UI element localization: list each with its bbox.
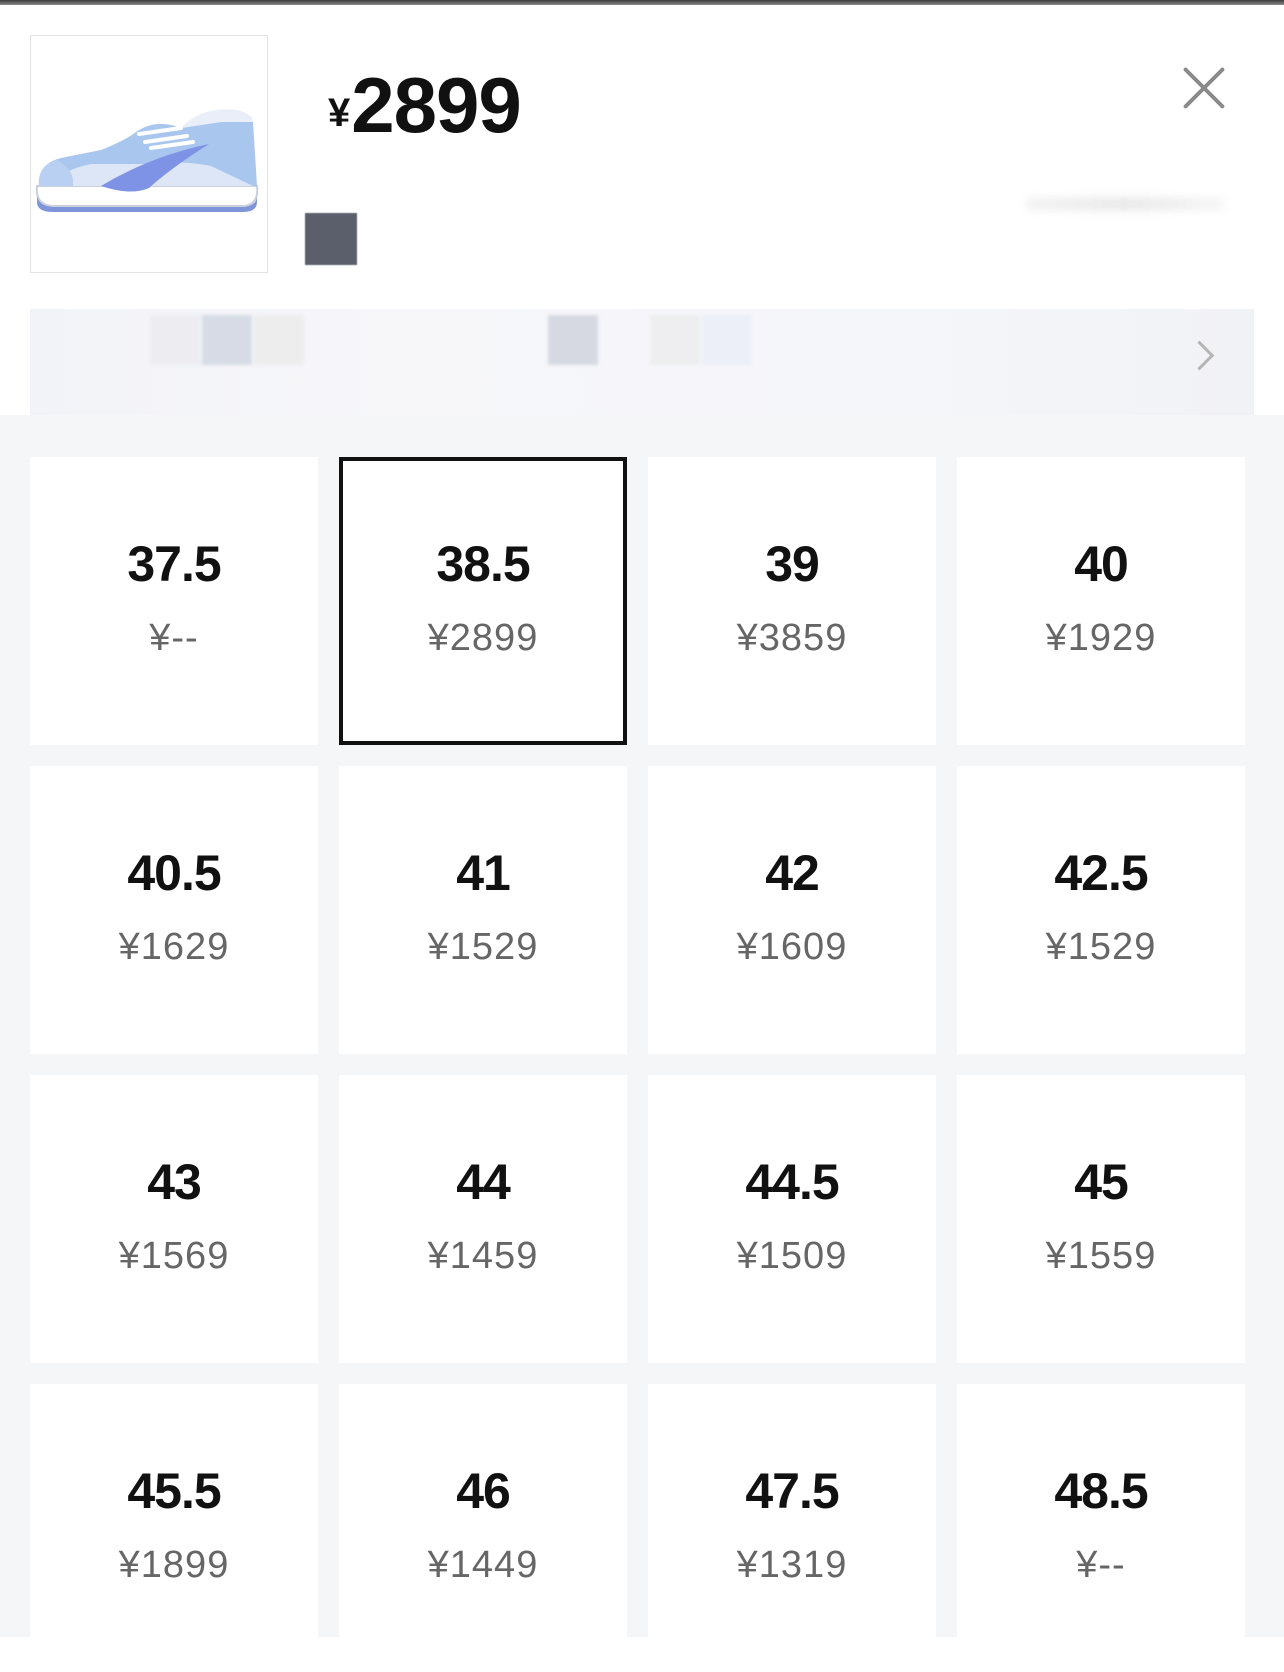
size-option-43[interactable]: 43 ¥1569 bbox=[30, 1075, 318, 1363]
size-price: ¥1529 bbox=[427, 926, 539, 968]
blurred-block bbox=[650, 315, 700, 365]
blurred-block bbox=[548, 315, 598, 365]
size-option-44[interactable]: 44 ¥1459 bbox=[339, 1075, 627, 1363]
size-option-47-5[interactable]: 47.5 ¥1319 bbox=[648, 1384, 936, 1672]
size-price: ¥1609 bbox=[736, 926, 848, 968]
product-header: ¥2899 bbox=[0, 5, 1284, 417]
size-option-48-5[interactable]: 48.5 ¥-- bbox=[957, 1384, 1245, 1672]
size-label: 40 bbox=[1074, 536, 1129, 592]
sneaker-image bbox=[35, 109, 259, 212]
price-amount: 2899 bbox=[351, 61, 522, 149]
size-price: ¥-- bbox=[149, 617, 199, 659]
product-thumbnail bbox=[30, 35, 268, 273]
size-label: 46 bbox=[456, 1463, 511, 1519]
size-option-42-5[interactable]: 42.5 ¥1529 bbox=[957, 766, 1245, 1054]
size-option-40-5[interactable]: 40.5 ¥1629 bbox=[30, 766, 318, 1054]
size-label: 39 bbox=[765, 536, 820, 592]
size-price: ¥1559 bbox=[1045, 1235, 1157, 1277]
size-price: ¥1449 bbox=[427, 1544, 539, 1586]
size-label: 37.5 bbox=[127, 536, 221, 592]
size-option-46[interactable]: 46 ¥1449 bbox=[339, 1384, 627, 1672]
blurred-block bbox=[254, 315, 304, 365]
size-label: 44 bbox=[456, 1154, 511, 1210]
size-price: ¥1899 bbox=[118, 1544, 230, 1586]
size-price: ¥1319 bbox=[736, 1544, 848, 1586]
size-label: 48.5 bbox=[1054, 1463, 1148, 1519]
size-label: 44.5 bbox=[745, 1154, 839, 1210]
size-option-37-5[interactable]: 37.5 ¥-- bbox=[30, 457, 318, 745]
size-label: 47.5 bbox=[745, 1463, 839, 1519]
size-grid: 37.5 ¥-- 38.5 ¥2899 39 ¥3859 40 ¥1929 40.5 ¥1629 4… bbox=[0, 415, 1284, 1672]
size-option-41[interactable]: 41 ¥1529 bbox=[339, 766, 627, 1054]
size-option-39[interactable]: 39 ¥3859 bbox=[648, 457, 936, 745]
faint-text-line bbox=[1025, 197, 1225, 211]
size-option-40[interactable]: 40 ¥1929 bbox=[957, 457, 1245, 745]
size-price: ¥1509 bbox=[736, 1235, 848, 1277]
size-label: 45.5 bbox=[127, 1463, 221, 1519]
size-option-44-5[interactable]: 44.5 ¥1509 bbox=[648, 1075, 936, 1363]
size-option-38-5[interactable]: 38.5 ¥2899 bbox=[339, 457, 627, 745]
color-swatch bbox=[305, 213, 357, 265]
size-option-42[interactable]: 42 ¥1609 bbox=[648, 766, 936, 1054]
size-label: 38.5 bbox=[436, 536, 530, 592]
info-strip[interactable] bbox=[30, 309, 1254, 417]
size-label: 45 bbox=[1074, 1154, 1129, 1210]
selected-price: ¥2899 bbox=[328, 60, 522, 151]
size-label: 43 bbox=[147, 1154, 202, 1210]
size-label: 41 bbox=[456, 845, 511, 901]
size-price: ¥1629 bbox=[118, 926, 230, 968]
size-label: 40.5 bbox=[127, 845, 221, 901]
size-label: 42 bbox=[765, 845, 820, 901]
size-price: ¥-- bbox=[1076, 1544, 1126, 1586]
blurred-block bbox=[150, 315, 200, 365]
size-price: ¥3859 bbox=[736, 617, 848, 659]
currency-symbol: ¥ bbox=[328, 91, 350, 135]
size-label: 42.5 bbox=[1054, 845, 1148, 901]
blurred-block bbox=[702, 315, 752, 365]
size-price: ¥1929 bbox=[1045, 617, 1157, 659]
size-option-45-5[interactable]: 45.5 ¥1899 bbox=[30, 1384, 318, 1672]
close-icon[interactable] bbox=[1175, 60, 1231, 116]
size-price: ¥1529 bbox=[1045, 926, 1157, 968]
blurred-block bbox=[202, 315, 252, 365]
size-price: ¥2899 bbox=[427, 617, 539, 659]
size-option-45[interactable]: 45 ¥1559 bbox=[957, 1075, 1245, 1363]
size-price: ¥1569 bbox=[118, 1235, 230, 1277]
chevron-right-icon bbox=[1184, 340, 1215, 371]
size-price: ¥1459 bbox=[427, 1235, 539, 1277]
